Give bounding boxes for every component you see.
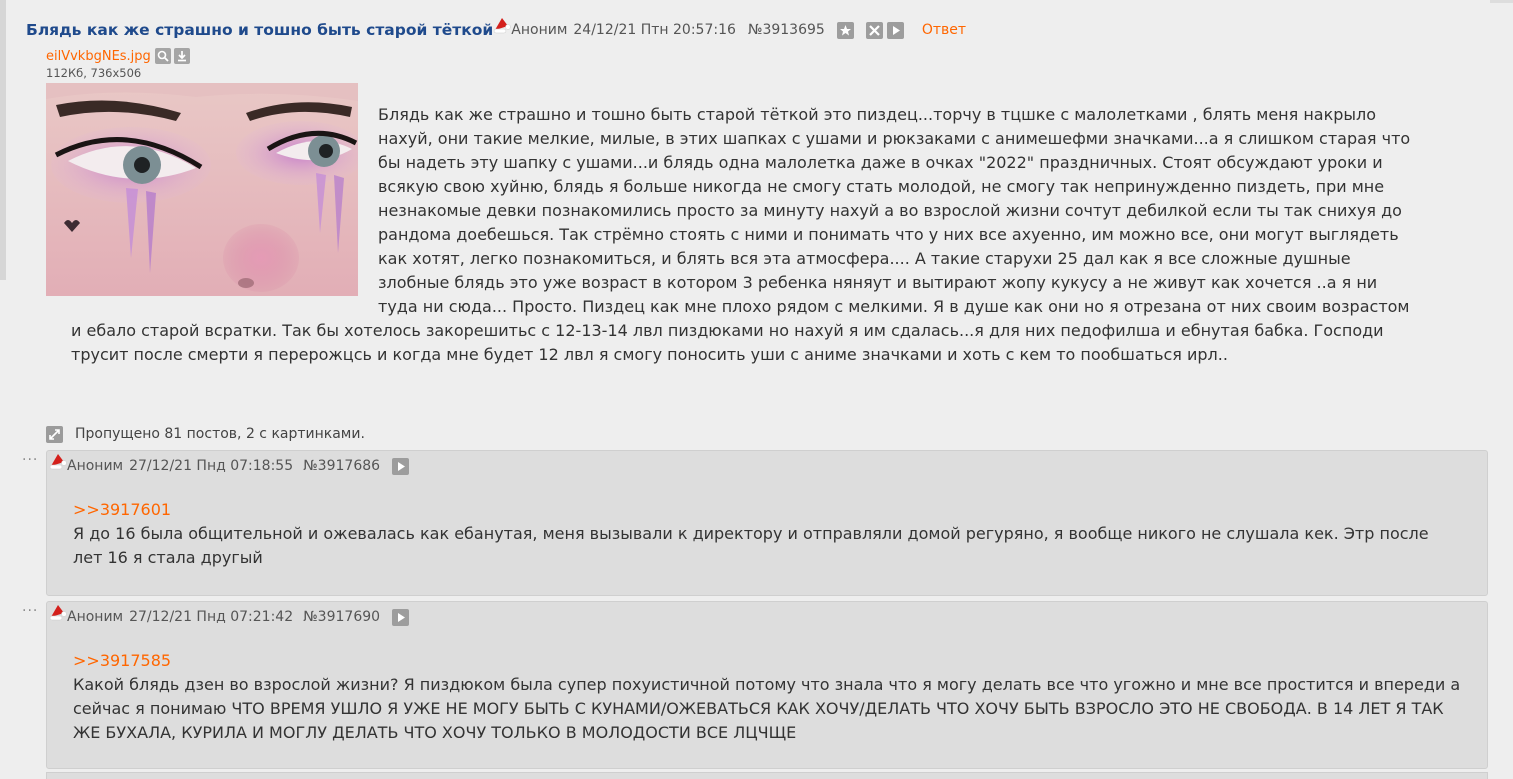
file-info: eilVvkbgNEs.jpg <box>46 47 190 65</box>
reply-date: 27/12/21 Пнд 07:18:55 <box>129 458 294 474</box>
play-icon[interactable] <box>392 457 410 475</box>
post-menu-dots[interactable]: ··· <box>22 452 38 468</box>
reply-header: Аноним 27/12/21 Пнд 07:21:42 №3917690 <box>49 605 410 626</box>
reply-post: Аноним 27/12/21 Пнд 07:18:55 №3917686 >>… <box>46 450 1488 596</box>
reply-author[interactable]: Аноним <box>67 458 123 474</box>
santa-hat-icon <box>493 18 512 40</box>
file-name-link[interactable]: eilVvkbgNEs.jpg <box>46 49 151 64</box>
reply-quote-link[interactable]: >>3917585 <box>73 649 1463 673</box>
skipped-posts-notice: Пропущено 81 постов, 2 с картинками. <box>46 424 365 444</box>
file-meta: 112Кб, 736x506 <box>46 66 142 80</box>
search-icon[interactable] <box>154 48 171 64</box>
expand-icon[interactable] <box>46 425 63 443</box>
reply-body: >>3917601 Я до 16 была общительной и оже… <box>73 498 1463 570</box>
reply-post: Аноним 27/12/21 Пнд 07:21:42 №3917690 >>… <box>46 601 1488 769</box>
play-icon[interactable] <box>392 608 410 626</box>
op-title: Блядь как же страшно и тошно быть старой… <box>26 21 494 39</box>
reply-text: Я до 16 была общительной и ожевалась как… <box>73 524 1429 567</box>
op-author[interactable]: Аноним <box>511 22 567 38</box>
op-post-text: Блядь как же страшно и тошно быть старой… <box>71 103 1421 367</box>
reply-link[interactable]: Ответ <box>922 22 966 38</box>
santa-hat-icon <box>49 605 67 627</box>
reply-author[interactable]: Аноним <box>67 609 123 625</box>
skipped-posts-text[interactable]: Пропущено 81 постов, 2 с картинками. <box>75 426 365 442</box>
image-spacer <box>71 103 378 319</box>
hide-icon[interactable] <box>865 21 883 39</box>
santa-hat-icon <box>49 454 67 476</box>
op-post-number[interactable]: №3913695 <box>748 22 825 38</box>
reply-quote-link[interactable]: >>3917601 <box>73 498 1463 522</box>
op-date: 24/12/21 Птн 20:57:16 <box>573 22 736 38</box>
reply-body: >>3917585 Какой блядь дзен во взрослой ж… <box>73 649 1463 745</box>
reply-post-number[interactable]: №3917690 <box>303 609 380 625</box>
post-menu-dots[interactable]: ··· <box>22 603 38 619</box>
star-icon[interactable] <box>836 21 854 39</box>
reply-text: Какой блядь дзен во взрослой жизни? Я пи… <box>73 675 1461 742</box>
top-rule <box>1490 0 1513 3</box>
reply-post-number[interactable]: №3917686 <box>303 458 380 474</box>
op-header: Блядь как же страшно и тошно быть старой… <box>26 18 966 42</box>
download-icon[interactable] <box>173 48 190 64</box>
reply-header: Аноним 27/12/21 Пнд 07:18:55 №3917686 <box>49 454 410 475</box>
reply-date: 27/12/21 Пнд 07:21:42 <box>129 609 294 625</box>
play-icon[interactable] <box>886 21 904 39</box>
thread-left-rule <box>0 0 6 280</box>
